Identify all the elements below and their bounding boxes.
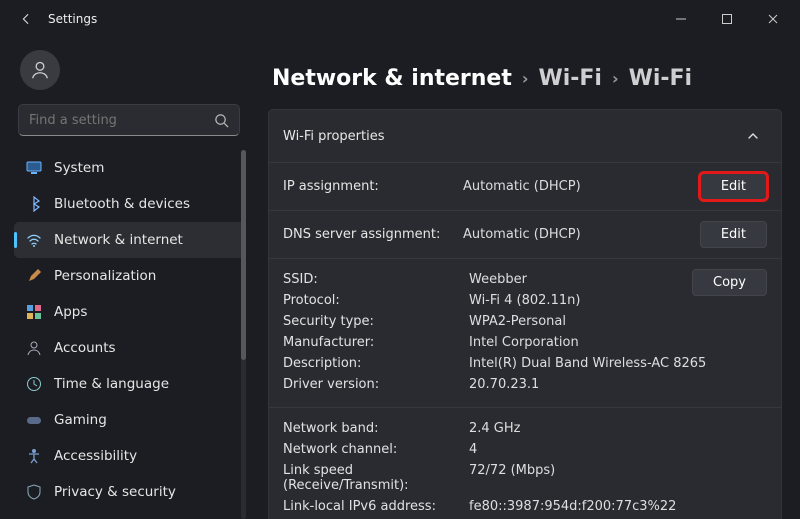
property-key: Security type: <box>283 314 469 329</box>
property-key: Network band: <box>283 421 469 436</box>
apps-icon <box>26 304 42 320</box>
back-button[interactable] <box>12 5 40 33</box>
property-key: Link-local IPv6 address: <box>283 499 469 514</box>
sidebar-item-system[interactable]: System <box>14 150 246 186</box>
property-key: Network channel: <box>283 442 469 457</box>
property-value: fe80::3987:954d:f200:77c3%22 <box>469 499 767 514</box>
breadcrumb-level-1[interactable]: Network & internet <box>272 66 512 91</box>
accounts-icon <box>26 340 42 356</box>
sidebar-item-accessibility[interactable]: Accessibility <box>14 438 246 474</box>
breadcrumb-level-3: Wi-Fi <box>629 66 693 91</box>
person-icon <box>29 59 51 81</box>
dns-assignment-row: DNS server assignment: Automatic (DHCP) … <box>269 210 781 258</box>
property-row: Network band:2.4 GHz <box>283 418 767 439</box>
property-row: Link speed (Receive/Transmit):72/72 (Mbp… <box>283 460 767 496</box>
property-row: Network channel:4 <box>283 439 767 460</box>
ip-assignment-value: Automatic (DHCP) <box>463 179 700 194</box>
search-input[interactable] <box>29 113 214 128</box>
sidebar-scrollbar[interactable] <box>241 150 246 519</box>
user-avatar[interactable] <box>20 50 60 90</box>
chevron-right-icon: › <box>612 69 619 88</box>
property-value: Intel Corporation <box>469 335 767 350</box>
property-key: SSID: <box>283 272 469 287</box>
clock-icon <box>26 376 42 392</box>
wifi-details-block-1: Copy SSID:WeebberProtocol:Wi-Fi 4 (802.1… <box>269 258 781 407</box>
sidebar-item-label: Personalization <box>54 268 156 284</box>
sidebar-item-update[interactable]: Windows Update <box>14 510 246 519</box>
display-icon <box>26 160 42 176</box>
dns-assignment-value: Automatic (DHCP) <box>463 227 700 242</box>
chevron-up-icon <box>739 122 767 150</box>
property-value: 72/72 (Mbps) <box>469 463 767 493</box>
sidebar-item-label: Bluetooth & devices <box>54 196 190 212</box>
property-value: Intel(R) Dual Band Wireless-AC 8265 <box>469 356 767 371</box>
bluetooth-icon <box>26 196 42 212</box>
sidebar-item-personalization[interactable]: Personalization <box>14 258 246 294</box>
property-value: 4 <box>469 442 767 457</box>
property-key: Manufacturer: <box>283 335 469 350</box>
sidebar-item-network[interactable]: Network & internet <box>14 222 246 258</box>
sidebar-item-label: Gaming <box>54 412 107 428</box>
edit-ip-button[interactable]: Edit <box>700 173 767 200</box>
window-title: Settings <box>48 12 97 26</box>
sidebar-item-label: Network & internet <box>54 232 183 248</box>
property-row: Manufacturer:Intel Corporation <box>283 332 767 353</box>
maximize-button[interactable] <box>704 3 750 35</box>
sidebar-item-label: Apps <box>54 304 87 320</box>
sidebar-item-bluetooth[interactable]: Bluetooth & devices <box>14 186 246 222</box>
chevron-right-icon: › <box>522 69 529 88</box>
dns-assignment-label: DNS server assignment: <box>283 227 463 242</box>
sidebar-item-label: Accounts <box>54 340 116 356</box>
property-value: WPA2-Personal <box>469 314 767 329</box>
sidebar-item-label: Accessibility <box>54 448 137 464</box>
property-row: Link-local IPv6 address:fe80::3987:954d:… <box>283 496 767 517</box>
breadcrumb: Network & internet › Wi-Fi › Wi-Fi <box>272 66 782 91</box>
property-row: Driver version:20.70.23.1 <box>283 374 767 395</box>
wifi-properties-card: Wi-Fi properties IP assignment: Automati… <box>268 109 782 519</box>
ip-assignment-row: IP assignment: Automatic (DHCP) Edit <box>269 162 781 210</box>
sidebar-nav: System Bluetooth & devices Network & int… <box>14 150 246 519</box>
shield-icon <box>26 484 42 500</box>
property-key: Protocol: <box>283 293 469 308</box>
wifi-details-block-2: Network band:2.4 GHzNetwork channel:4Lin… <box>269 407 781 519</box>
sidebar-item-time[interactable]: Time & language <box>14 366 246 402</box>
edit-dns-button[interactable]: Edit <box>700 221 767 248</box>
property-key: Description: <box>283 356 469 371</box>
property-row: Description:Intel(R) Dual Band Wireless-… <box>283 353 767 374</box>
accessibility-icon <box>26 448 42 464</box>
property-value: 20.70.23.1 <box>469 377 767 392</box>
minimize-button[interactable] <box>658 3 704 35</box>
property-row: Security type:WPA2-Personal <box>283 311 767 332</box>
paintbrush-icon <box>26 268 42 284</box>
property-key: Link speed (Receive/Transmit): <box>283 463 469 493</box>
card-header[interactable]: Wi-Fi properties <box>269 110 781 162</box>
sidebar-item-privacy[interactable]: Privacy & security <box>14 474 246 510</box>
wifi-icon <box>26 232 42 248</box>
close-button[interactable] <box>750 3 796 35</box>
sidebar-item-label: Time & language <box>54 376 169 392</box>
property-value: 2.4 GHz <box>469 421 767 436</box>
sidebar-item-label: System <box>54 160 104 176</box>
search-box[interactable] <box>18 104 240 136</box>
copy-button[interactable]: Copy <box>692 269 767 296</box>
property-key: Driver version: <box>283 377 469 392</box>
search-icon <box>214 113 229 128</box>
sidebar-item-accounts[interactable]: Accounts <box>14 330 246 366</box>
sidebar-item-apps[interactable]: Apps <box>14 294 246 330</box>
card-title: Wi-Fi properties <box>283 129 385 144</box>
gaming-icon <box>26 412 42 428</box>
sidebar-item-gaming[interactable]: Gaming <box>14 402 246 438</box>
breadcrumb-level-2[interactable]: Wi-Fi <box>538 66 602 91</box>
ip-assignment-label: IP assignment: <box>283 179 463 194</box>
sidebar-item-label: Privacy & security <box>54 484 176 500</box>
